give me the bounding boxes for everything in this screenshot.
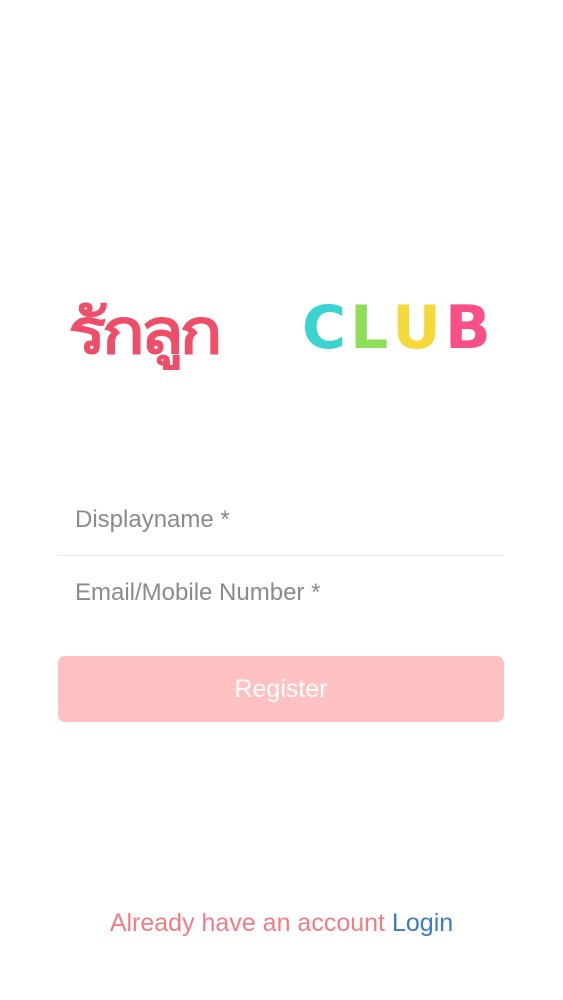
displayname-input[interactable]: [58, 484, 504, 555]
email-field-container: [58, 557, 504, 629]
displayname-field-container: [58, 484, 504, 556]
logo-club-wordmark: C L U B: [302, 298, 495, 358]
logo-club-letter-c: C: [302, 293, 347, 363]
email-mobile-input[interactable]: [58, 557, 504, 629]
logo-thai-wordmark: รักลูก: [68, 295, 223, 368]
login-prompt-text: Already have an account: [109, 909, 385, 937]
logo-club-letter-b: B: [445, 293, 491, 363]
app-logo: รักลูก C L U B: [68, 292, 500, 372]
logo-club-letter-l: L: [350, 293, 389, 363]
login-prompt: Already have an account Login: [0, 904, 563, 942]
register-button[interactable]: Register: [58, 656, 504, 722]
logo-club-letter-u: U: [392, 293, 442, 363]
login-link[interactable]: Login: [392, 909, 453, 937]
